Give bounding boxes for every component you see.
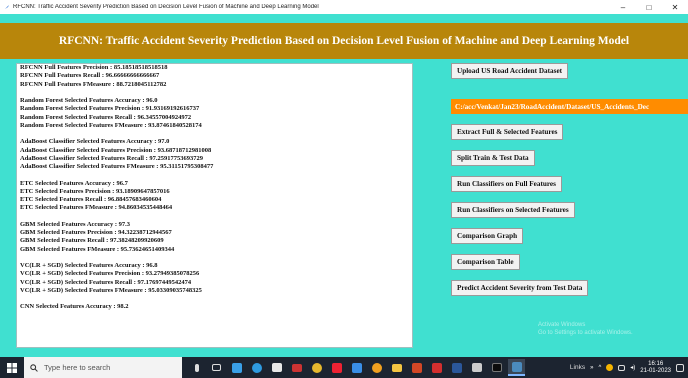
output-line: VC(LR + SGD) Selected Features Accuracy … (20, 262, 158, 269)
terminal-icon[interactable] (488, 359, 505, 376)
output-line: AdaBoost Classifier Selected Features Pr… (20, 146, 212, 154)
search-placeholder: Type here to search (44, 363, 111, 372)
output-line: VC(LR + SGD) Selected Features Recall : … (20, 278, 192, 286)
output-line: ETC Selected Features FMeasure : 94.8603… (20, 204, 173, 212)
clock[interactable]: 16:16 21-01-2023 (640, 361, 671, 375)
minimize-button[interactable]: – (610, 0, 636, 14)
task-view-icon[interactable] (208, 359, 225, 376)
file-explorer-icon[interactable] (388, 359, 405, 376)
camera-icon[interactable] (368, 359, 385, 376)
output-line: Random Forest Selected Features FMeasure… (20, 121, 202, 129)
output-line: RFCNN Full Features Precision : 85.18518… (20, 64, 168, 71)
widgets-icon[interactable] (228, 359, 245, 376)
search-icon (30, 363, 38, 372)
extract-features-button[interactable]: Extract Full & Selected Features (451, 124, 564, 140)
close-button[interactable]: ✕ (662, 0, 688, 14)
output-line: RFCNN Full Features FMeasure : 88.721804… (20, 80, 167, 88)
tray-chevron-icon[interactable]: ^ (598, 365, 601, 371)
upload-dataset-button[interactable]: Upload US Road Accident Dataset (451, 63, 569, 79)
activate-windows-watermark: Activate Windows Go to Settings to activ… (538, 321, 633, 337)
watermark-line: Go to Settings to activate Windows. (538, 330, 633, 336)
output-line: GBM Selected Features FMeasure : 95.7362… (20, 245, 175, 253)
mail-icon[interactable] (288, 359, 305, 376)
maximize-button[interactable]: □ (636, 0, 662, 14)
watermark-line: Activate Windows (538, 322, 586, 328)
output-line: ETC Selected Features Accuracy : 96.7 (20, 179, 128, 187)
edge-browser-icon[interactable] (248, 359, 265, 376)
output-line: Random Forest Selected Features Recall :… (20, 113, 192, 121)
weather-icon[interactable] (606, 364, 614, 371)
output-line: VC(LR + SGD) Selected Features Precision… (20, 270, 200, 278)
results-text-area[interactable]: RFCNN Full Features Precision : 85.18518… (16, 63, 413, 348)
comparison-graph-button[interactable]: Comparison Graph (451, 228, 524, 244)
python-app-icon[interactable] (508, 359, 525, 376)
powerpoint-icon[interactable] (408, 359, 425, 376)
start-button[interactable] (0, 357, 24, 378)
windows-logo-icon (7, 362, 17, 373)
volume-icon[interactable]: ◂) (630, 364, 635, 371)
predict-severity-button[interactable]: Predict Accident Severity from Test Data (451, 280, 589, 296)
output-line: AdaBoost Classifier Selected Features FM… (20, 163, 214, 170)
output-line: VC(LR + SGD) Selected Features FMeasure … (20, 286, 202, 294)
run-full-features-button[interactable]: Run Classifiers on Full Features (451, 176, 562, 192)
comparison-table-button[interactable]: Comparison Table (451, 254, 520, 270)
double-chevron-icon[interactable]: » (590, 365, 593, 371)
clock-time: 16:16 (648, 360, 664, 367)
chrome-icon[interactable] (308, 359, 325, 376)
image-viewer-icon[interactable] (468, 359, 485, 376)
output-line: AdaBoost Classifier Selected Features Ac… (20, 138, 170, 146)
output-line: Random Forest Selected Features Precisio… (20, 105, 200, 113)
media-player-icon[interactable] (328, 359, 345, 376)
output-line: Random Forest Selected Features Accuracy… (20, 97, 158, 104)
window-title: RFCNN: Traffic Accident Severity Predict… (13, 4, 319, 10)
output-line: AdaBoost Classifier Selected Features Re… (20, 154, 203, 162)
output-line: RFCNN Full Features Recall : 96.66666666… (20, 72, 160, 80)
taskbar-search-input[interactable]: Type here to search (24, 357, 182, 378)
output-line: CNN Selected Features Accuracy : 98.2 (20, 303, 129, 311)
dataset-path-field: C:/acc/Venkat/Jan23/RoadAccident/Dataset… (451, 99, 688, 114)
output-line: ETC Selected Features Recall : 96.884576… (20, 196, 162, 203)
taskbar: Type here to search Links » ^ ◂) 16:16 2… (0, 357, 688, 378)
output-line: GBM Selected Features Precision : 94.322… (20, 229, 172, 236)
pdf-reader-icon[interactable] (428, 359, 445, 376)
store-icon[interactable] (268, 359, 285, 376)
clock-date: 21-01-2023 (640, 367, 671, 374)
notification-icon[interactable] (676, 363, 684, 372)
app-header-title: RFCNN: Traffic Accident Severity Predict… (58, 35, 630, 47)
output-line: GBM Selected Features Recall : 97.382482… (20, 237, 164, 245)
network-icon[interactable] (618, 364, 626, 371)
app-feather-icon (4, 4, 10, 10)
word-icon[interactable] (448, 359, 465, 376)
app-window: RFCNN: Traffic Accident Severity Predict… (0, 14, 688, 357)
split-data-button[interactable]: Split Train & Test Data (451, 150, 535, 166)
microphone-icon[interactable] (188, 359, 205, 376)
photos-icon[interactable] (348, 359, 365, 376)
output-line: GBM Selected Features Accuracy : 97.3 (20, 220, 130, 228)
app-header: RFCNN: Traffic Accident Severity Predict… (0, 23, 688, 59)
links-toolbar[interactable]: Links (570, 364, 585, 371)
output-line: ETC Selected Features Precision : 93.189… (20, 187, 170, 195)
window-titlebar: RFCNN: Traffic Accident Severity Predict… (0, 0, 688, 14)
run-selected-features-button[interactable]: Run Classifiers on Selected Features (451, 202, 575, 218)
